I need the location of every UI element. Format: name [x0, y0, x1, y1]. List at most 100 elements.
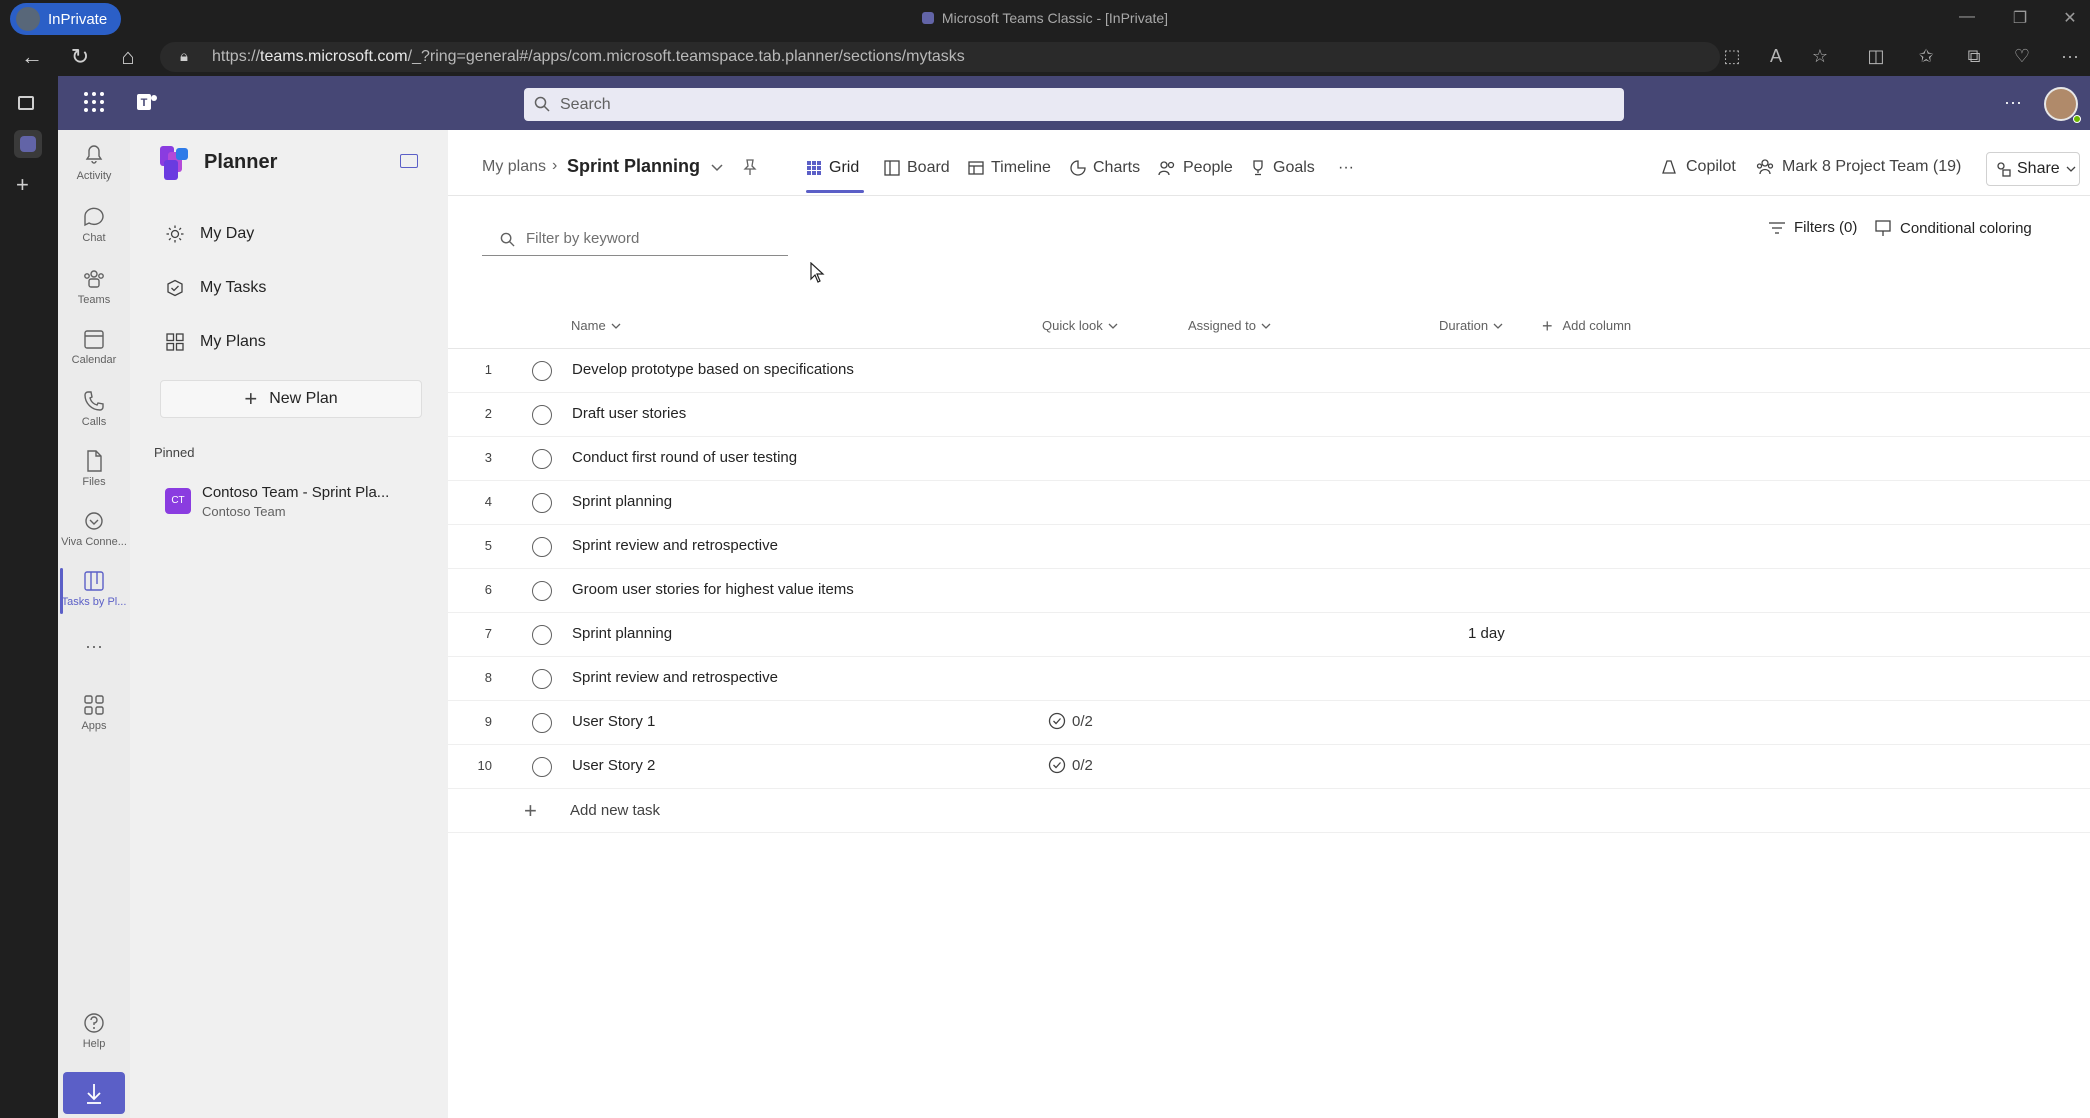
tab-goals[interactable]: Goals: [1250, 154, 1315, 182]
rail-item-teams[interactable]: Teams: [58, 260, 130, 318]
favorite-star-icon[interactable]: ☆: [1808, 46, 1832, 68]
rail-item-calls[interactable]: Calls: [58, 382, 130, 440]
split-screen-icon[interactable]: ◫: [1864, 46, 1888, 68]
task-name[interactable]: Draft user stories: [572, 405, 686, 422]
browser-essentials-icon[interactable]: ♡: [2010, 46, 2034, 68]
task-name[interactable]: Conduct first round of user testing: [572, 449, 797, 466]
table-row[interactable]: 6 Groom user stories for highest value it…: [448, 569, 2090, 613]
complete-task-checkbox[interactable]: [532, 581, 552, 601]
nav-my-plans[interactable]: My Plans: [166, 322, 426, 362]
read-aloud-icon[interactable]: A: [1764, 46, 1788, 68]
collapse-sidebar-icon[interactable]: [400, 154, 418, 168]
app-available-icon[interactable]: ⬚: [1720, 46, 1744, 68]
table-row[interactable]: 7 Sprint planning 1 day: [448, 613, 2090, 657]
tab-people[interactable]: People: [1158, 154, 1233, 182]
breadcrumb-my-plans[interactable]: My plans: [482, 158, 546, 176]
rail-item-files[interactable]: Files: [58, 442, 130, 500]
task-name[interactable]: Sprint planning: [572, 625, 672, 642]
collections-icon[interactable]: ⧉: [1962, 46, 1986, 68]
complete-task-checkbox[interactable]: [532, 537, 552, 557]
rail-item-help[interactable]: Help: [58, 1004, 130, 1062]
table-row[interactable]: 9 User Story 1 0/2: [448, 701, 2090, 745]
rail-item-tasks-by-pl[interactable]: Tasks by Pl...: [58, 562, 130, 620]
rail-item-calendar[interactable]: Calendar: [58, 320, 130, 378]
user-avatar[interactable]: [2044, 87, 2081, 123]
address-bar[interactable]: 🔒︎ https://teams.microsoft.com/_?ring=ge…: [160, 42, 1720, 72]
share-button[interactable]: Share: [1986, 152, 2080, 186]
task-name[interactable]: Groom user stories for highest value ite…: [572, 581, 854, 598]
task-name[interactable]: User Story 1: [572, 713, 655, 730]
complete-task-checkbox[interactable]: [532, 757, 552, 777]
filter-keyword-input[interactable]: Filter by keyword: [482, 224, 788, 256]
complete-task-checkbox[interactable]: [532, 405, 552, 425]
minimize-icon[interactable]: —: [1955, 8, 1979, 30]
task-name[interactable]: Develop prototype based on specification…: [572, 361, 854, 378]
rail-item-apps[interactable]: Apps: [58, 686, 130, 744]
task-name[interactable]: Sprint planning: [572, 493, 672, 510]
restore-icon[interactable]: ❐: [2008, 8, 2032, 30]
search-input[interactable]: Search: [524, 88, 1624, 121]
add-new-task-row[interactable]: + Add new task: [448, 789, 2090, 833]
tab-board[interactable]: Board: [884, 154, 950, 182]
task-name[interactable]: Sprint review and retrospective: [572, 537, 778, 554]
home-icon[interactable]: ⌂: [114, 44, 142, 70]
col-quicklook-label: Quick look: [1042, 318, 1103, 333]
conditional-coloring-button[interactable]: Conditional coloring: [1874, 219, 2032, 237]
quick-look-checklist[interactable]: 0/2: [1048, 756, 1093, 774]
tab-grid[interactable]: Grid: [806, 154, 859, 182]
copilot-button[interactable]: Copilot: [1660, 158, 1736, 176]
complete-task-checkbox[interactable]: [532, 493, 552, 513]
rail-item-label: Calls: [81, 416, 107, 428]
chevron-down-icon: [1493, 323, 1503, 329]
task-name[interactable]: Sprint review and retrospective: [572, 669, 778, 686]
favorites-icon[interactable]: ✩: [1914, 46, 1938, 68]
task-duration[interactable]: 1 day: [1468, 625, 1505, 642]
table-row[interactable]: 5 Sprint review and retrospective: [448, 525, 2090, 569]
close-icon[interactable]: ✕: [2058, 8, 2082, 30]
col-name-header[interactable]: Name: [571, 318, 621, 333]
pin-icon[interactable]: [742, 158, 758, 176]
teams-tab[interactable]: [14, 130, 42, 158]
plan-options-chevron-icon[interactable]: [710, 160, 724, 174]
table-row[interactable]: 1 Develop prototype based on specificatio…: [448, 349, 2090, 393]
table-row[interactable]: 3 Conduct first round of user testing: [448, 437, 2090, 481]
rail-item-activity[interactable]: Activity: [58, 136, 130, 194]
quick-look-checklist[interactable]: 0/2: [1048, 712, 1093, 730]
app-launcher-icon[interactable]: [82, 90, 106, 114]
team-members-button[interactable]: Mark 8 Project Team (19): [1756, 158, 1961, 176]
refresh-icon[interactable]: ↻: [66, 44, 94, 70]
tab-timeline[interactable]: Timeline: [968, 154, 1051, 182]
nav-my-day[interactable]: My Day: [166, 214, 426, 254]
tab-goals-label: Goals: [1273, 159, 1315, 176]
complete-task-checkbox[interactable]: [532, 361, 552, 381]
add-column-button[interactable]: + Add column: [1542, 317, 1631, 335]
table-row[interactable]: 10 User Story 2 0/2: [448, 745, 2090, 789]
settings-more-icon[interactable]: ···: [2058, 46, 2082, 68]
complete-task-checkbox[interactable]: [532, 449, 552, 469]
table-row[interactable]: 2 Draft user stories: [448, 393, 2090, 437]
tab-actions-icon[interactable]: [18, 96, 34, 110]
table-row[interactable]: 4 Sprint planning: [448, 481, 2090, 525]
rail-item-label: Help: [82, 1038, 106, 1050]
complete-task-checkbox[interactable]: [532, 669, 552, 689]
pinned-plan-item[interactable]: CT Contoso Team - Sprint Pla... Contoso …: [160, 478, 430, 526]
col-assigned-header[interactable]: Assigned to: [1188, 318, 1271, 333]
rail-more-icon[interactable]: ···: [58, 636, 130, 657]
table-row[interactable]: 8 Sprint review and retrospective: [448, 657, 2090, 701]
rail-item-chat[interactable]: Chat: [58, 198, 130, 256]
rail-item-viva-conne[interactable]: Viva Conne...: [58, 502, 130, 560]
col-duration-header[interactable]: Duration: [1439, 318, 1503, 333]
more-options-icon[interactable]: ···: [2004, 92, 2022, 113]
complete-task-checkbox[interactable]: [532, 625, 552, 645]
more-tabs-icon[interactable]: ···: [1338, 154, 1354, 182]
nav-my-tasks[interactable]: My Tasks: [166, 268, 426, 308]
filters-button[interactable]: Filters (0): [1768, 219, 1857, 236]
complete-task-checkbox[interactable]: [532, 713, 552, 733]
new-tab-icon[interactable]: +: [16, 172, 29, 198]
new-plan-button[interactable]: + New Plan: [160, 380, 422, 418]
download-app-button[interactable]: [63, 1072, 125, 1114]
back-icon[interactable]: ←: [18, 44, 46, 70]
tab-charts[interactable]: Charts: [1070, 154, 1140, 182]
task-name[interactable]: User Story 2: [572, 757, 655, 774]
col-quicklook-header[interactable]: Quick look: [1042, 318, 1118, 333]
